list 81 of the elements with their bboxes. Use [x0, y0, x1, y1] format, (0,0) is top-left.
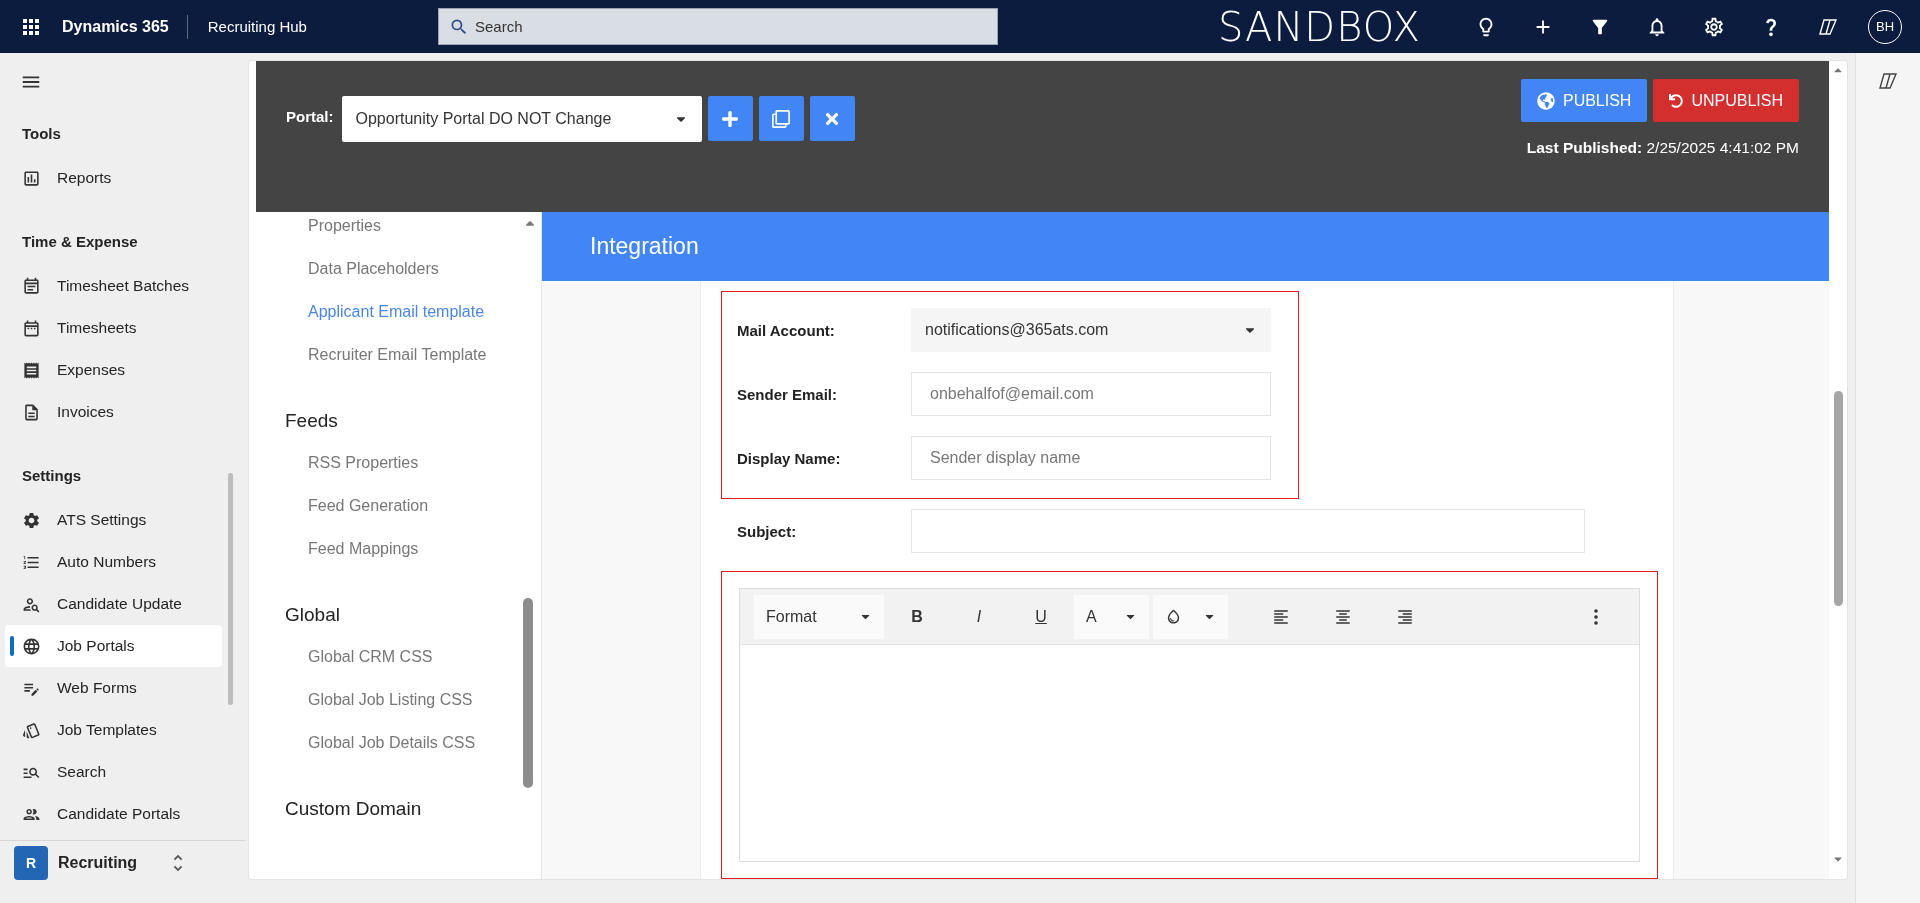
sidebar-item[interactable]: Job Templates [5, 709, 222, 751]
nav-group-title: Global [284, 602, 341, 627]
align-center-icon [1334, 607, 1352, 626]
calendar-icon [22, 318, 41, 338]
sidebar-item[interactable]: Timesheets [5, 307, 222, 349]
sidebar-item[interactable]: Reports [5, 157, 222, 199]
sidebar-item[interactable]: Auto Numbers [5, 541, 222, 583]
settings-icon[interactable] [1702, 15, 1725, 38]
copilot-icon[interactable] [1878, 71, 1898, 91]
copilot-icon[interactable] [1817, 16, 1838, 37]
scrollbar-thumb[interactable] [523, 598, 533, 788]
receipt-icon [22, 360, 41, 380]
nav-link[interactable]: Data Placeholders [256, 248, 490, 291]
input-field[interactable]: onbehalfof@email.com [911, 372, 1271, 416]
delete-button[interactable] [809, 96, 855, 141]
nav-link[interactable]: Global CRM CSS [256, 636, 490, 679]
add-button[interactable] [707, 96, 753, 141]
sidebar-item[interactable]: Expenses [5, 349, 222, 391]
sidebar-section-title: Settings [21, 465, 83, 486]
text-color-button[interactable]: A [1074, 594, 1149, 639]
subject-field[interactable] [911, 509, 1585, 553]
document-icon [22, 402, 41, 422]
plus-icon [721, 109, 739, 128]
align-right-icon [1396, 607, 1414, 626]
drop-icon [1165, 608, 1182, 625]
sidebar-section-title: Time & Expense [21, 231, 139, 252]
last-published-text: Last Published: 2/25/2025 4:41:02 PM [1526, 139, 1799, 157]
sidebar-item[interactable]: ATS Settings [5, 499, 222, 541]
nav-link[interactable]: Feed Generation [256, 485, 490, 528]
sidebar-item[interactable]: Web Forms [5, 667, 222, 709]
portal-label: Portal: [286, 108, 334, 125]
area-switcher[interactable]: R Recruiting [0, 840, 245, 885]
sidebar-item[interactable]: Search [5, 751, 222, 793]
nav-link[interactable]: Recruiter Email Template [256, 334, 490, 377]
input-field[interactable]: Sender display name [911, 436, 1271, 480]
format-button[interactable]: U [1012, 594, 1070, 639]
field-label: Display Name: [737, 449, 842, 467]
tag-icon [22, 720, 41, 740]
app-name[interactable]: Dynamics 365 [62, 14, 188, 39]
sidebar-item[interactable]: Timesheet Batches [5, 265, 222, 307]
field-label: Mail Account: [737, 321, 836, 339]
nav-link[interactable]: Properties [256, 214, 490, 248]
sidebar-section-title: Tools [21, 123, 62, 144]
calendar-icon [22, 276, 41, 296]
fill-color-button[interactable] [1153, 594, 1228, 639]
more-icon [1594, 608, 1598, 625]
area-label: Recruiting [58, 854, 138, 872]
chart-icon [22, 168, 41, 188]
undo-icon [1669, 93, 1684, 108]
sidebar-item[interactable]: Invoices [5, 391, 222, 433]
mail-account-select[interactable]: notifications@365ats.com [911, 308, 1271, 352]
nav-group-title: Feeds [284, 408, 339, 433]
nav-group-title: Custom Domain [284, 796, 423, 821]
search-field[interactable]: Search [437, 8, 998, 45]
unpublish-button[interactable]: UNPUBLISH [1653, 79, 1799, 122]
nav-link[interactable]: Applicant Email template [256, 291, 490, 334]
nav-link[interactable]: Feed Mappings [256, 528, 490, 571]
field-label: Sender Email: [737, 385, 839, 403]
scrollbar-thumb[interactable] [1833, 391, 1843, 606]
environment-label: SANDBOX [1217, 3, 1421, 50]
nav-link[interactable]: RSS Properties [256, 442, 490, 485]
copy-button[interactable] [758, 96, 804, 141]
globe-icon [22, 636, 41, 656]
globe-icon [1536, 91, 1555, 110]
copy-icon [772, 109, 790, 128]
format-button[interactable]: I [950, 594, 1008, 639]
area-badge: R [14, 846, 48, 880]
portal-select[interactable]: Opportunity Portal DO NOT Change [341, 96, 702, 142]
nav-link[interactable]: Global Job Details CSS [256, 722, 490, 765]
align-left-icon [1272, 607, 1290, 626]
area-name: Recruiting Hub [207, 18, 307, 35]
sidebar-item[interactable]: Candidate Portals [5, 793, 222, 835]
field-label: Subject: [737, 522, 798, 540]
sidebar-item[interactable]: Candidate Update [5, 583, 222, 625]
gear-icon [22, 510, 41, 530]
format-button[interactable]: B [888, 594, 946, 639]
format-dropdown[interactable]: Format [754, 594, 884, 639]
publish-button[interactable]: PUBLISH [1520, 79, 1648, 122]
nav-link[interactable]: Global Job Listing CSS [256, 679, 490, 722]
sidebar-item[interactable]: Job Portals [5, 625, 222, 667]
section-title: Integration [542, 212, 1829, 281]
